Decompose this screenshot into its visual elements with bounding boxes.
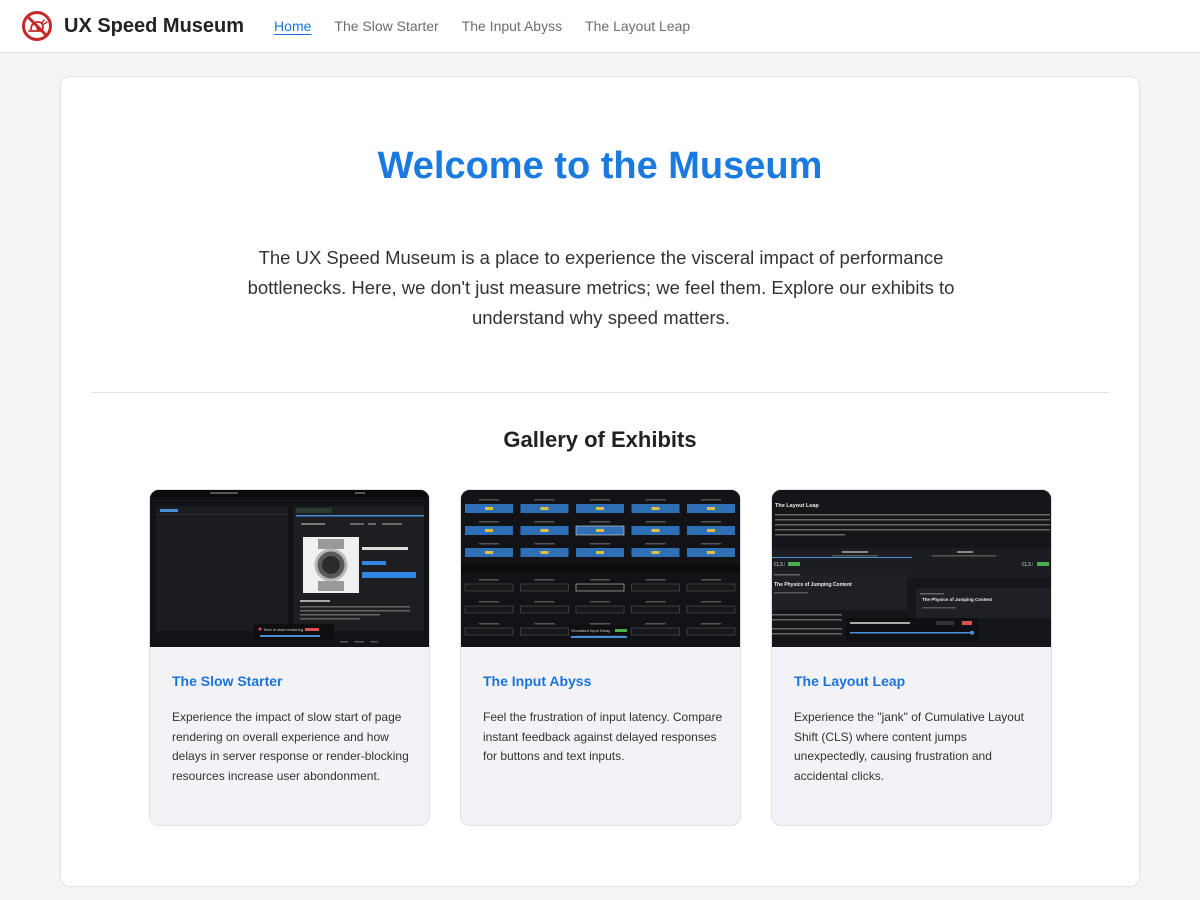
main-card: Welcome to the Museum The UX Speed Museu…: [60, 76, 1140, 887]
thumb-grid-cell: [534, 543, 555, 545]
top-navbar: UX Speed Museum Home The Slow Starter Th…: [0, 0, 1200, 53]
thumb-grid-cell: [596, 529, 604, 532]
thumb-grid-cell: [590, 601, 610, 603]
thumb-grid-cell: [534, 601, 555, 603]
thumb-grid-cell: [534, 521, 555, 523]
thumb-grid-cell: [464, 605, 514, 614]
exhibit-card-slow-starter[interactable]: Time to start rendering The Slow Starter…: [149, 489, 430, 826]
thumb-grid-cell: [534, 623, 555, 625]
thumb-metric-label: CLS:: [1022, 562, 1034, 568]
thumb-caption-render-time: Time to start rendering: [263, 627, 303, 632]
thumb-grid-cell: [485, 507, 493, 510]
thumb-grid-cell: [645, 579, 666, 581]
exhibit-description: Experience the impact of slow start of p…: [172, 710, 409, 783]
thumb-grid-cell: [485, 529, 493, 532]
exhibit-thumbnail-layout-leap: The Layout Leap CLS: CLS: The Physics of…: [772, 490, 1051, 647]
exhibit-thumbnail-input-abyss: Simulated Input Delay: [461, 490, 740, 647]
nav-link-layout-leap[interactable]: The Layout Leap: [585, 18, 690, 34]
thumb-grid-cell: [534, 579, 555, 581]
gallery-title: Gallery of Exhibits: [503, 427, 697, 452]
thumb-grid-cell: [645, 499, 666, 501]
thumb-grid-cell: [520, 605, 569, 614]
exhibit-thumbnail-slow-starter: Time to start rendering: [150, 490, 429, 647]
thumb-metric-label: CLS:: [774, 562, 786, 568]
hero-intro: The UX Speed Museum is a place to experi…: [247, 247, 955, 328]
thumb-grid-cell: [686, 583, 736, 592]
thumb-grid-cell: [590, 499, 610, 501]
thumb-grid-cell: [479, 601, 499, 603]
thumb-grid-cell: [686, 627, 736, 636]
thumb-grid-cell: [590, 579, 610, 581]
thumb-grid-cell: [631, 627, 680, 636]
nav-link-slow-starter[interactable]: The Slow Starter: [334, 18, 438, 34]
no-slow-snail-icon: [22, 11, 52, 41]
thumb-grid-cell: [596, 507, 604, 510]
thumb-grid-cell: [540, 551, 549, 554]
nav-link-home[interactable]: Home: [274, 18, 311, 34]
thumb-heading: The Layout Leap: [775, 503, 819, 509]
thumb-grid-cell: [534, 499, 555, 501]
hero-title: Welcome to the Museum: [377, 145, 823, 187]
thumb-grid-cell: [701, 601, 721, 603]
thumb-grid-cell: [651, 507, 660, 510]
thumb-grid-cell: [651, 551, 660, 554]
thumb-grid-cell: [479, 579, 499, 581]
thumb-grid-cell: [645, 521, 666, 523]
main-nav: Home The Slow Starter The Input Abyss Th…: [274, 18, 713, 34]
thumb-grid-cell: [590, 543, 610, 545]
thumb-grid-cell: [464, 583, 514, 592]
thumb-grid-cell: [479, 499, 499, 501]
thumb-grid-cell: [590, 521, 610, 523]
thumb-grid-cell: [464, 627, 514, 636]
thumb-grid-cell: [479, 543, 499, 545]
exhibit-card-input-abyss[interactable]: Simulated Input Delay The Input Abyss Fe…: [460, 489, 741, 826]
thumb-grid-cell: [575, 605, 625, 614]
thumb-grid-cell: [575, 583, 625, 592]
thumb-card-title-right: The Physics of Jumping Content: [922, 597, 993, 602]
exhibit-title[interactable]: The Layout Leap: [794, 673, 905, 689]
exhibit-description: Experience the "jank" of Cumulative Layo…: [794, 710, 1024, 783]
thumb-grid-cell: [520, 583, 569, 592]
thumb-grid-cell: [631, 605, 680, 614]
thumb-grid-cell: [590, 623, 610, 625]
thumb-grid-cell: [651, 529, 660, 532]
exhibit-title[interactable]: The Slow Starter: [172, 673, 282, 689]
thumb-card-title-left: The Physics of Jumping Content: [774, 582, 852, 588]
thumb-grid-cell: [701, 543, 721, 545]
thumb-grid-cell: [701, 579, 721, 581]
exhibit-description: Feel the frustration of input latency. C…: [483, 710, 723, 763]
thumb-grid-cell: [686, 605, 736, 614]
thumb-grid-cell: [540, 529, 549, 532]
thumb-grid-cell: [485, 551, 493, 554]
thumb-grid-cell: [707, 507, 715, 510]
thumb-grid-cell: [540, 507, 549, 510]
thumb-grid-cell: [701, 623, 721, 625]
thumb-grid-cell: [645, 601, 666, 603]
thumb-grid-cell: [479, 623, 499, 625]
thumb-grid-cell: [631, 583, 680, 592]
thumb-grid-cell: [520, 627, 569, 636]
section-divider: [92, 392, 1109, 393]
thumb-grid-cell: [707, 529, 715, 532]
thumb-grid-cell: [596, 551, 604, 554]
exhibit-gallery: Time to start rendering The Slow Starter…: [149, 489, 1052, 826]
thumb-grid-cell: [479, 521, 499, 523]
nav-link-input-abyss[interactable]: The Input Abyss: [462, 18, 562, 34]
thumb-caption-input-delay: Simulated Input Delay: [571, 628, 610, 633]
brand-name: UX Speed Museum: [64, 14, 245, 37]
thumb-grid-cell: [701, 499, 721, 501]
exhibit-title[interactable]: The Input Abyss: [483, 673, 591, 689]
thumb-grid-cell: [707, 551, 715, 554]
thumb-grid-cell: [701, 521, 721, 523]
exhibit-card-layout-leap[interactable]: The Layout Leap CLS: CLS: The Physics of…: [771, 489, 1052, 826]
brand[interactable]: UX Speed Museum: [21, 10, 244, 42]
thumb-grid-cell: [645, 623, 666, 625]
thumb-grid-cell: [645, 543, 666, 545]
